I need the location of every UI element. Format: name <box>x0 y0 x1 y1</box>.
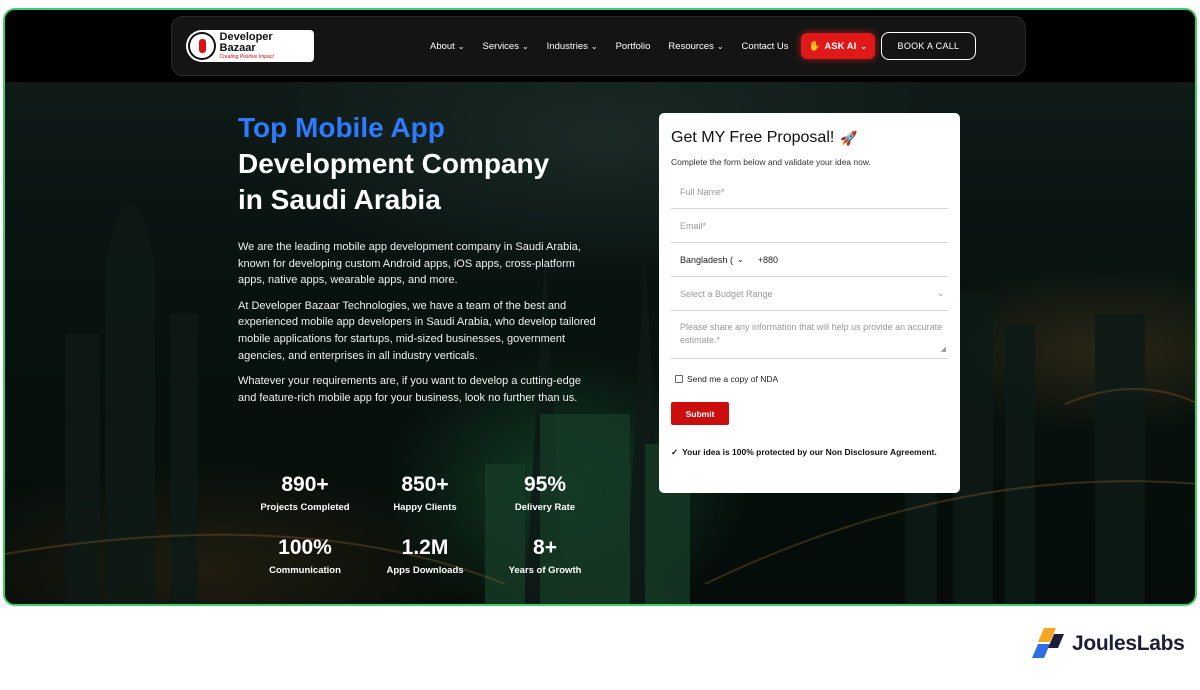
checkmark-icon: ✓ <box>671 447 679 457</box>
stats-grid: 890+ Projects Completed 850+ Happy Clien… <box>245 472 605 598</box>
headline-line-2: Development Company <box>238 148 550 179</box>
logo-mark-icon <box>188 32 216 60</box>
nav-item-contact[interactable]: Contact Us <box>742 41 789 52</box>
submit-button[interactable]: Submit <box>671 402 729 425</box>
stat-years: 8+ Years of Growth <box>508 536 582 576</box>
nav-item-resources[interactable]: Resources ⌄ <box>668 41 723 52</box>
jouleslabs-logo-icon <box>1032 628 1064 658</box>
hero-paragraph: Whatever your requirements are, if you w… <box>238 375 582 404</box>
jouleslabs-watermark: JoulesLabs <box>1030 628 1185 660</box>
chevron-down-icon: ⌄ <box>860 41 867 51</box>
hero-headline: Top Mobile App Development Company in Sa… <box>238 110 618 218</box>
nda-option: Send me a copy of NDA <box>671 374 948 384</box>
hero-paragraph: We are the leading mobile app developmen… <box>238 241 581 287</box>
rocket-icon: 🚀 <box>840 129 858 146</box>
nav-item-services[interactable]: Services ⌄ <box>483 41 529 52</box>
chevron-down-icon: ⌄ <box>457 41 465 51</box>
country-select[interactable]: Bangladesh ( ⌄ <box>680 255 744 265</box>
hand-icon: ✋ <box>808 40 821 52</box>
resize-handle-icon[interactable]: ◢ <box>941 343 946 356</box>
developer-bazaar-logo[interactable]: Developer Bazaar Creating Positive Impac… <box>186 30 314 62</box>
hero-frame: Developer Bazaar Creating Positive Impac… <box>3 8 1197 606</box>
full-name-input[interactable]: Full Name* <box>671 175 948 209</box>
logo-tagline: Creating Positive Impact <box>219 54 274 60</box>
nav-links: About ⌄ Services ⌄ Industries ⌄ Portfolio R… <box>430 41 789 52</box>
chevron-down-icon: ⌄ <box>521 41 529 51</box>
book-a-call-button[interactable]: BOOK A CALL <box>880 32 976 60</box>
stat-downloads: 1.2M Apps Downloads <box>386 536 464 576</box>
budget-select[interactable]: Select a Budget Range ⌄ <box>671 277 948 311</box>
stat-delivery: 95% Delivery Rate <box>514 473 576 513</box>
nda-label: Send me a copy of NDA <box>687 374 779 384</box>
form-title: Get MY Free Proposal! 🚀 <box>671 129 858 146</box>
hero-description: We are the leading mobile app developmen… <box>238 239 602 415</box>
stat-clients: 850+ Happy Clients <box>393 473 457 513</box>
main-navbar: Developer Bazaar Creating Positive Impac… <box>171 16 1026 76</box>
chevron-down-icon: ⌄ <box>590 41 598 51</box>
hero-paragraph: At Developer Bazaar Technologies, we hav… <box>238 299 596 362</box>
ask-ai-button[interactable]: ✋ ASK AI ⌄ <box>800 33 875 59</box>
nav-item-portfolio[interactable]: Portfolio <box>616 41 651 52</box>
headline-line-3: in Saudi Arabia <box>238 184 441 215</box>
nda-checkbox[interactable] <box>675 375 683 383</box>
chevron-down-icon: ⌄ <box>716 41 724 51</box>
stat-communication: 100% Communication <box>269 536 341 576</box>
headline-highlight: Top Mobile App <box>238 112 445 143</box>
nav-item-industries[interactable]: Industries ⌄ <box>547 41 598 52</box>
chevron-down-icon: ⌄ <box>737 255 744 264</box>
form-subtitle: Complete the form below and validate you… <box>671 157 871 167</box>
nav-item-about[interactable]: About ⌄ <box>430 41 465 52</box>
brand-name: JoulesLabs <box>1072 632 1185 655</box>
dial-code: +880 <box>757 254 779 265</box>
email-input[interactable]: Email* <box>671 209 948 243</box>
proposal-form: Get MY Free Proposal! 🚀 Complete the for… <box>659 113 960 493</box>
phone-input[interactable]: Bangladesh ( ⌄ +880 <box>671 243 948 277</box>
stat-projects: 890+ Projects Completed <box>260 473 350 513</box>
chevron-down-icon: ⌄ <box>937 289 944 298</box>
protection-note: ✓ Your idea is 100% protected by our Non… <box>671 447 937 457</box>
message-textarea[interactable]: Please share any information that will h… <box>671 311 948 359</box>
logo-name: Developer Bazaar <box>219 31 273 54</box>
